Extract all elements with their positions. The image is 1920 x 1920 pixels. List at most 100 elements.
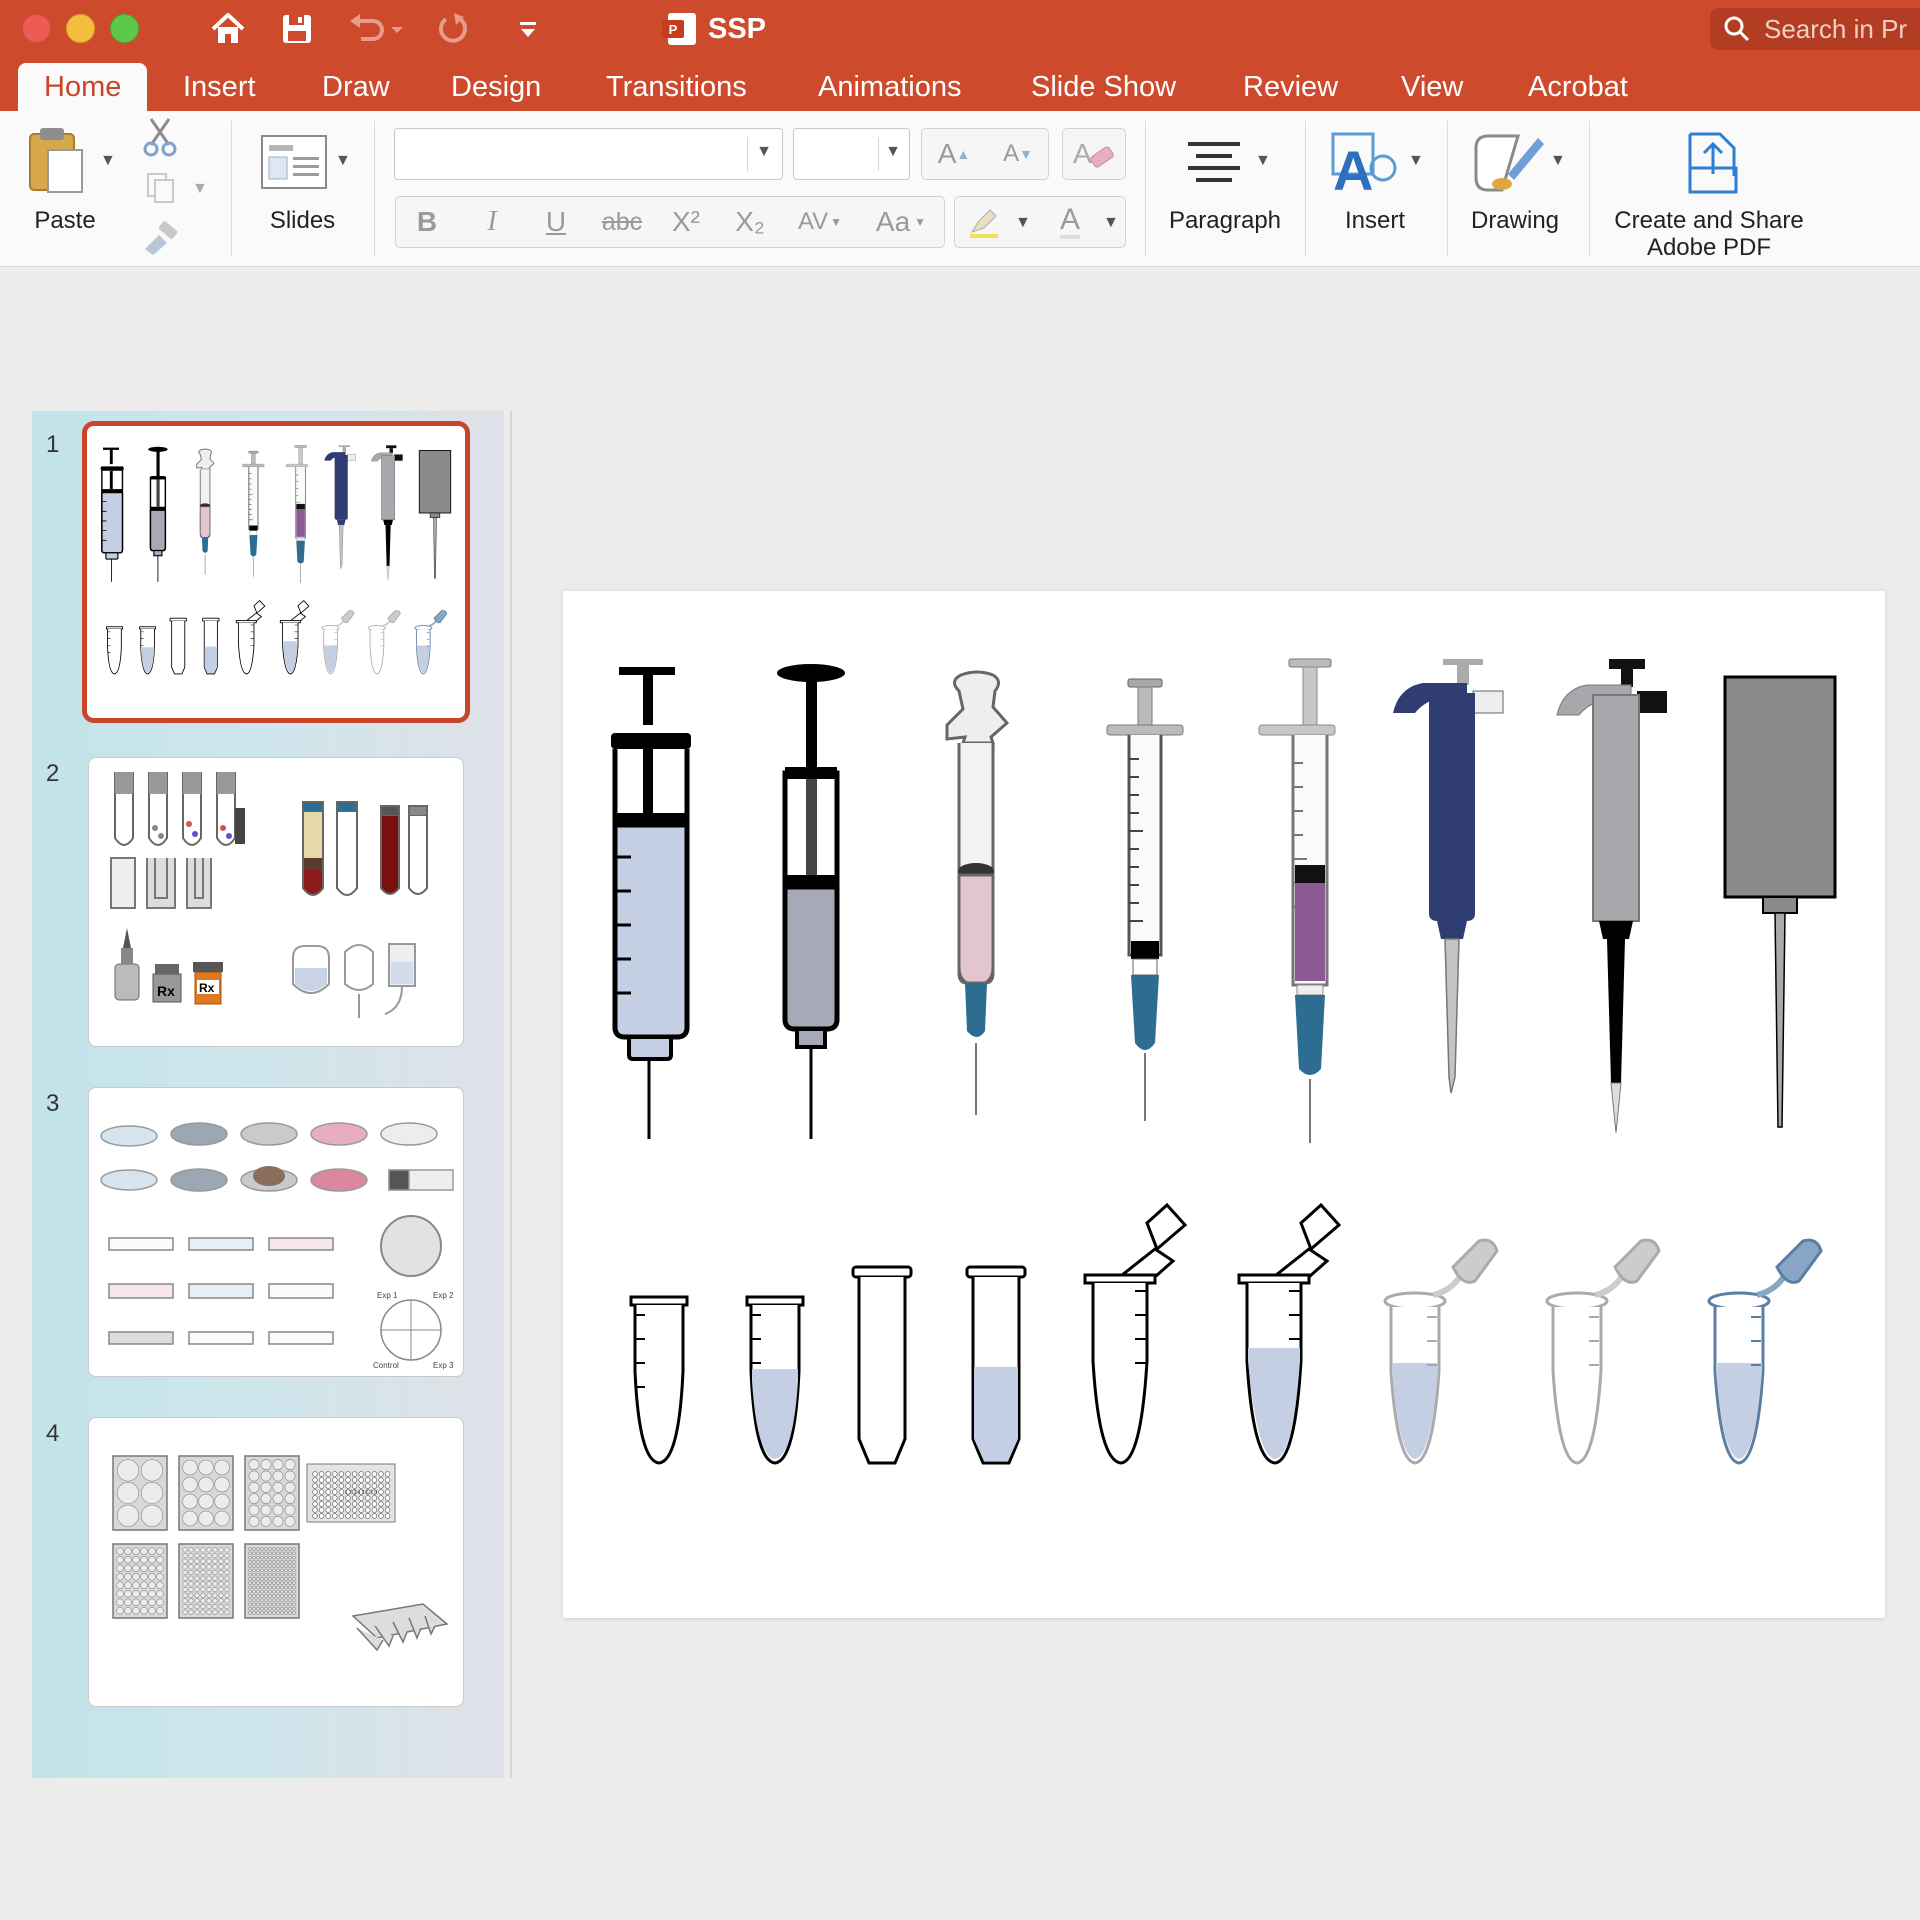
slides-label: Slides [269,207,336,234]
well [252,1560,256,1564]
well [140,1564,148,1572]
tab-insert[interactable]: Insert [183,63,256,111]
well [332,1489,338,1495]
well [272,1459,284,1471]
well [140,1556,148,1564]
insert-dropdown-icon[interactable]: ▼ [1408,152,1424,170]
well [280,1611,284,1615]
redo-icon[interactable] [433,8,475,50]
well [325,1483,331,1489]
copy-icon[interactable] [146,172,176,209]
well [218,1552,224,1559]
slide-thumbnail-3[interactable]: Exp 1 Exp 2 Control Exp 3 [88,1087,464,1377]
well [332,1501,338,1507]
paste-icon[interactable] [26,124,86,199]
drawing-dropdown-icon[interactable]: ▼ [1550,152,1566,170]
well [276,1560,280,1564]
slide-thumbnail-4[interactable]: 1 2 3 4 5 6 7 8 [88,1417,464,1707]
create-pdf-label[interactable]: Create and Share Adobe PDF [1600,207,1818,261]
drawing-icon[interactable] [1472,130,1548,201]
slide-thumbnail-1[interactable] [82,421,470,723]
well [292,1598,296,1602]
subscript-button[interactable]: X₂ [720,197,780,247]
insert-textbox-icon[interactable]: A [1331,128,1401,203]
slides-dropdown-icon[interactable]: ▼ [335,152,351,170]
tab-view[interactable]: View [1401,63,1463,111]
tab-home[interactable]: Home [18,63,148,111]
pane-divider[interactable] [510,411,512,1778]
search-field[interactable]: Search in Pr [1710,8,1920,50]
well [256,1568,260,1573]
well [371,1501,378,1507]
highlight-button[interactable] [958,197,1010,247]
font-name-dropdown-icon[interactable]: ▼ [756,143,772,161]
bold-button[interactable]: B [398,197,456,247]
paragraph-dropdown-icon[interactable]: ▼ [1255,152,1271,170]
font-size-dropdown-icon[interactable]: ▼ [885,143,901,161]
well [248,1589,252,1594]
well [312,1483,318,1489]
well [351,1513,358,1519]
well [345,1471,351,1477]
well [188,1575,194,1581]
well [224,1598,230,1604]
well [371,1477,378,1483]
strikethrough-button[interactable]: abc [592,197,652,247]
undo-icon[interactable] [346,8,406,50]
well [284,1459,296,1471]
paragraph-icon[interactable] [1184,138,1244,191]
tab-transitions[interactable]: Transitions [606,63,747,111]
font-size-field[interactable]: ▼ [793,128,910,180]
tab-slide-show[interactable]: Slide Show [1031,63,1176,111]
clear-formatting-button[interactable]: A [1062,128,1126,180]
zoom-window-button[interactable] [110,14,139,43]
well [156,1573,164,1581]
well [351,1483,358,1489]
tab-animations[interactable]: Animations [818,63,961,111]
paste-label: Paste [34,207,96,234]
well [292,1581,296,1585]
customize-toolbar-icon[interactable] [507,8,549,50]
tab-draw[interactable]: Draw [322,63,390,111]
superscript-button[interactable]: X² [656,197,716,247]
decrease-font-size-button[interactable]: A ▼ [990,130,1046,178]
close-window-button[interactable] [22,14,51,43]
well [248,1551,252,1556]
change-case-button[interactable]: Aa ▼ [866,197,936,247]
save-icon[interactable] [276,8,318,50]
well [140,1590,148,1598]
well [218,1609,224,1615]
slide-canvas[interactable] [563,591,1885,1618]
tab-design[interactable]: Design [451,63,541,111]
ribbon-tabs: Home Insert Draw Design Transitions Anim… [0,57,1920,111]
minimize-window-button[interactable] [66,14,95,43]
increase-font-size-button[interactable]: A ▲ [926,130,982,178]
create-pdf-icon[interactable] [1684,132,1742,201]
highlight-dropdown-icon[interactable]: ▼ [1015,214,1031,232]
drawing-label: Drawing [1470,207,1560,234]
well [268,1564,272,1568]
well [224,1552,230,1559]
format-painter-icon[interactable] [141,221,181,260]
character-spacing-button[interactable]: AV ▼ [790,197,850,247]
font-color-button[interactable]: A [1040,197,1100,247]
well [371,1507,378,1513]
tab-acrobat[interactable]: Acrobat [1528,63,1628,111]
underline-button[interactable]: U [527,197,585,247]
copy-dropdown-icon[interactable]: ▼ [192,180,208,198]
well [248,1493,260,1505]
home-icon[interactable] [207,8,249,50]
well [284,1515,296,1527]
font-name-field[interactable]: ▼ [394,128,783,180]
font-color-dropdown-icon[interactable]: ▼ [1103,214,1119,232]
slide-thumbnail-2[interactable]: Rx Rx [88,757,464,1047]
cut-icon[interactable] [143,117,177,162]
well [198,1459,214,1476]
italic-button[interactable]: I [463,197,521,247]
well [378,1477,384,1483]
paste-dropdown-icon[interactable]: ▼ [100,152,116,170]
tab-review[interactable]: Review [1243,63,1338,111]
well [338,1495,345,1501]
well [280,1564,284,1568]
new-slide-icon[interactable] [261,135,327,194]
